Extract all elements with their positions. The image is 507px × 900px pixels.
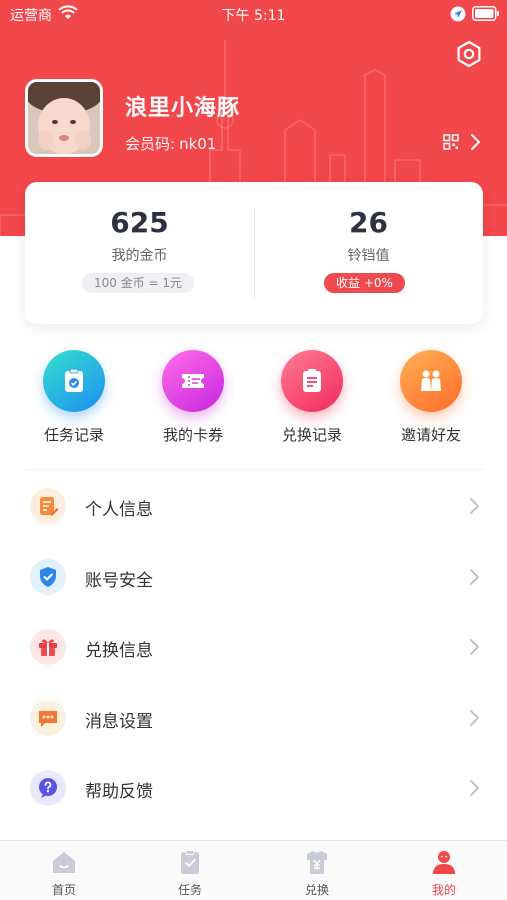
quick-action-label: 任务记录 — [43, 426, 104, 444]
status-time: 下午 5:11 — [221, 8, 286, 24]
exchange-icon — [307, 851, 327, 874]
shield-icon-bg — [30, 559, 66, 595]
stats-card: 625 我的金币 100 金币 = 1元 26 铃铛值 收益 +0% — [25, 182, 483, 324]
gift-icon — [39, 639, 57, 656]
menu-item-label: 兑换信息 — [85, 641, 153, 661]
tab-exchange[interactable]: 兑换 — [254, 841, 380, 900]
bells-value: 26 — [349, 206, 388, 239]
task-icon — [181, 850, 199, 874]
menu-item-label: 账号安全 — [85, 571, 153, 591]
menu-item-message-settings[interactable]: 消息设置 — [0, 688, 507, 748]
tab-home[interactable]: 首页 — [1, 841, 127, 900]
bottom-tab-bar: 首页 任务 兑换 我的 — [0, 840, 507, 900]
task-record-icon — [65, 368, 83, 392]
coins-value: 625 — [110, 206, 169, 239]
gift-icon-bg — [30, 629, 66, 665]
chevron-right-icon — [470, 498, 479, 514]
invite-friends-icon-circle — [400, 350, 462, 412]
menu-item-account-security[interactable]: 账号安全 — [0, 547, 507, 607]
bells-label: 铃铛值 — [347, 248, 390, 264]
chevron-right-icon — [470, 780, 479, 796]
chevron-right-icon — [470, 639, 479, 655]
exchange-record-icon — [303, 369, 321, 392]
personal-info-icon-bg — [30, 488, 66, 524]
battery-icon — [472, 6, 499, 21]
section-divider — [25, 469, 483, 470]
shield-icon — [40, 567, 56, 587]
exchange-record-icon-circle — [281, 350, 343, 412]
invite-friends-icon — [421, 370, 441, 391]
coins-rate-badge: 100 金币 = 1元 — [82, 273, 195, 293]
help-icon-bg — [30, 770, 66, 806]
avatar[interactable] — [25, 79, 103, 157]
qr-code-icon[interactable] — [443, 134, 459, 150]
quick-action-label: 邀请好友 — [400, 426, 461, 444]
member-code: 会员码: nk01 — [125, 133, 216, 154]
ticket-icon — [182, 374, 204, 388]
chevron-right-icon[interactable] — [468, 132, 482, 152]
coins-label: 我的金币 — [111, 248, 168, 264]
tab-label: 任务 — [177, 883, 202, 897]
member-code-value: nk01 — [179, 135, 217, 153]
location-arrow-icon — [450, 6, 466, 22]
avatar-photo — [28, 82, 100, 154]
member-code-label: 会员码: — [125, 135, 176, 153]
message-icon — [39, 711, 57, 727]
chevron-right-icon — [470, 569, 479, 585]
username: 浪里小海豚 — [125, 96, 241, 121]
tab-profile[interactable]: 我的 — [381, 841, 507, 900]
tab-label: 首页 — [51, 883, 76, 897]
menu-item-exchange-info[interactable]: 兑换信息 — [0, 617, 507, 677]
quick-action-label: 兑换记录 — [281, 426, 342, 444]
personal-info-icon — [40, 497, 59, 516]
quick-action-exchange-record[interactable]: 兑换记录 — [257, 350, 367, 450]
message-icon-bg — [30, 700, 66, 736]
bells-stat[interactable]: 26 铃铛值 收益 +0% — [254, 182, 483, 324]
menu-item-label: 个人信息 — [85, 500, 153, 520]
status-bar: 运营商 下午 5:11 — [0, 0, 507, 28]
quick-action-task-record[interactable]: 任务记录 — [19, 350, 129, 450]
home-icon — [53, 852, 75, 873]
tab-tasks[interactable]: 任务 — [127, 841, 253, 900]
quick-action-my-tickets[interactable]: 我的卡券 — [138, 350, 248, 450]
help-icon — [39, 778, 57, 798]
menu-item-personal-info[interactable]: 个人信息 — [0, 476, 507, 536]
coins-stat[interactable]: 625 我的金币 100 金币 = 1元 — [25, 182, 254, 324]
tab-label: 兑换 — [304, 883, 329, 897]
settings-icon[interactable] — [455, 40, 483, 68]
ticket-icon-circle — [162, 350, 224, 412]
task-record-icon-circle — [43, 350, 105, 412]
menu-item-help-feedback[interactable]: 帮助反馈 — [0, 758, 507, 818]
quick-action-label: 我的卡券 — [162, 426, 223, 444]
menu-item-label: 消息设置 — [85, 712, 153, 732]
quick-action-invite-friends[interactable]: 邀请好友 — [376, 350, 486, 450]
earnings-badge: 收益 +0% — [324, 273, 405, 293]
tab-label: 我的 — [431, 883, 456, 897]
profile-icon — [433, 851, 455, 874]
chevron-right-icon — [470, 710, 479, 726]
menu-item-label: 帮助反馈 — [85, 782, 153, 802]
